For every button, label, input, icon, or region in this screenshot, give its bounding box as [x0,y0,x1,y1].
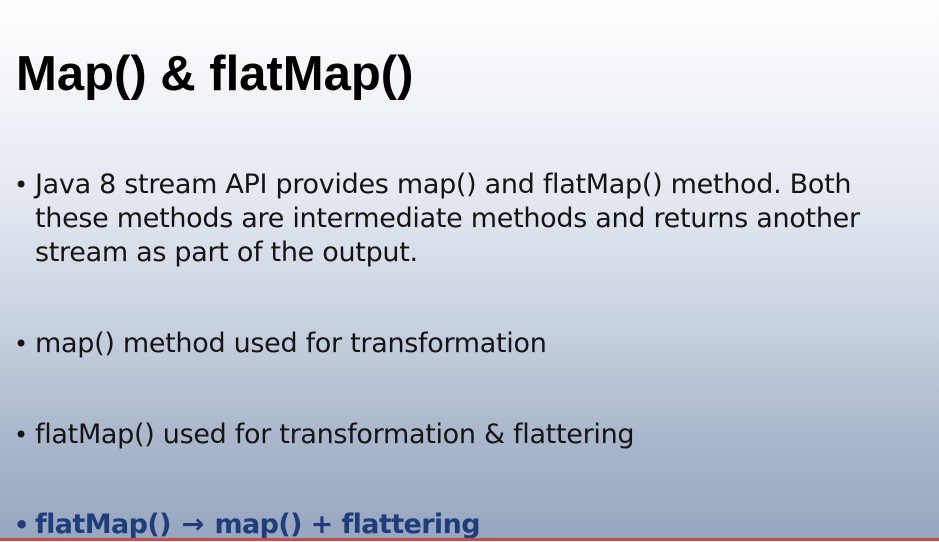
bullet-line: stream as part of the output. [35,237,418,268]
bullet-line: these methods are intermediate methods a… [35,203,860,234]
bullet-item: • flatMap() used for transformation & fl… [14,418,635,452]
right-arrow-icon: → [181,509,205,540]
slide: { "slide": { "title": "Map() & flatMap()… [0,0,939,541]
bullet-dot-icon: • [14,421,29,449]
bullet-text: flatMap() used for transformation & flat… [35,419,635,450]
map-flattering-label: map() + flattering [214,509,480,540]
slide-title: Map() & flatMap() [16,47,414,101]
bullet-line: Java 8 stream API provides map() and fla… [35,169,852,200]
bullet-dot-icon: • [14,330,29,358]
bullet-item: • flatMap() → map() + flattering [14,508,481,542]
flatmap-label: flatMap() [35,509,171,540]
bullet-item: • Java 8 stream API provides map() and f… [14,168,860,270]
bullet-text: Java 8 stream API provides map() and fla… [35,168,860,270]
bullet-text: map() method used for transformation [35,328,547,359]
bullet-dot-icon: • [14,511,30,539]
bullet-text: flatMap() → map() + flattering [35,508,481,542]
bullet-dot-icon: • [14,171,29,199]
bullet-item: • map() method used for transformation [14,327,547,361]
